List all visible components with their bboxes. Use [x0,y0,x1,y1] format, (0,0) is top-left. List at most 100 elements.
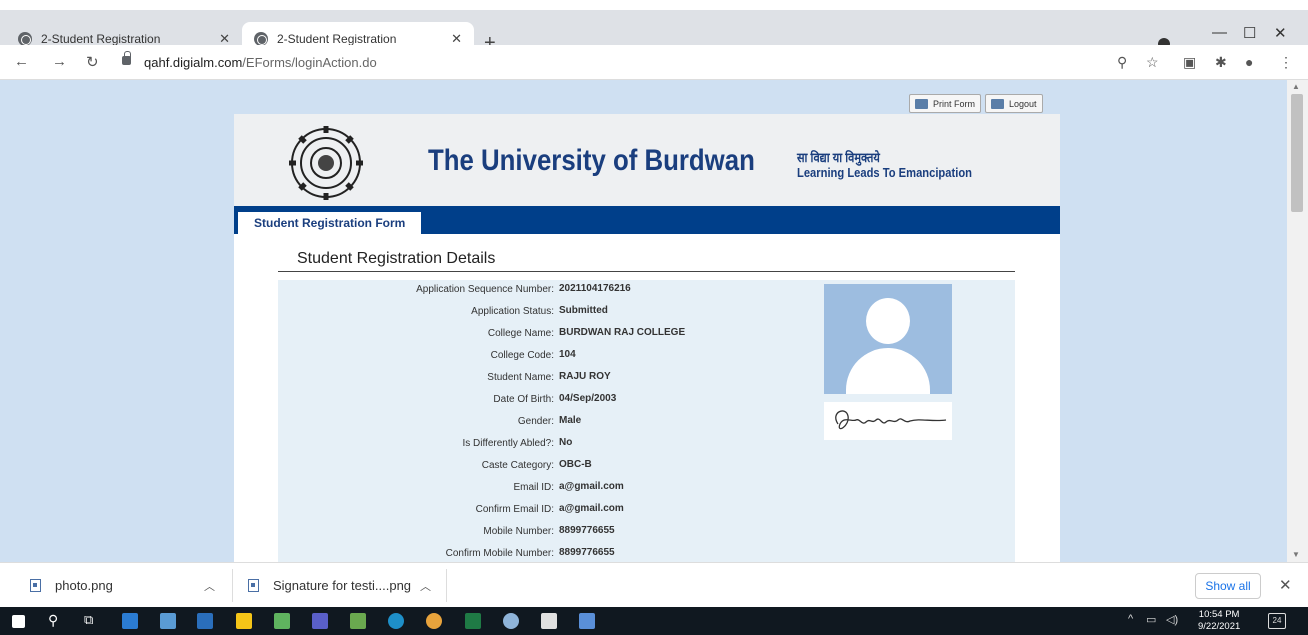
network-icon[interactable]: ▭ [1146,613,1156,626]
bookmark-star-icon[interactable]: ☆ [1146,54,1159,71]
store-icon[interactable] [160,613,176,629]
detail-value: 8899776655 [559,525,615,536]
detail-label: Confirm Email ID: [475,504,554,515]
profile-icon[interactable]: ● [1245,54,1253,70]
paint-icon[interactable] [503,613,519,629]
menu-icon[interactable]: ⋮ [1279,54,1293,71]
detail-label: Mobile Number: [483,526,554,537]
page-actions: Print Form Logout [909,94,1043,113]
detail-value: a@gmail.com [559,503,624,514]
section-title: Student Registration Details [297,250,496,267]
notification-icon[interactable]: 24 [1268,613,1286,629]
publisher-icon[interactable] [274,613,290,629]
globe-icon[interactable] [388,613,404,629]
detail-value: 8899776655 [559,547,615,558]
puzzle-icon[interactable]: ✱ [1215,54,1227,71]
divider [278,271,1015,272]
detail-value: Male [559,415,582,426]
reload-icon[interactable]: ↻ [86,53,99,71]
detail-value: RAJU ROY [559,371,611,382]
detail-label: Email ID: [513,482,554,493]
close-downloads-icon[interactable]: ✕ [1279,576,1292,594]
scroll-down-icon[interactable]: ▼ [1292,550,1300,559]
notepad-icon[interactable] [350,613,366,629]
motto-hindi: सा विद्या या विमुक्तये [797,150,880,165]
detail-label: Confirm Mobile Number: [445,548,554,559]
clock[interactable]: 10:54 PM 9/22/2021 [1198,609,1240,633]
scroll-up-icon[interactable]: ▲ [1292,82,1300,91]
windows-start-icon[interactable] [12,615,25,628]
download-filename: Signature for testi....png [273,578,412,593]
download-item[interactable]: Signature for testi....png ︿ [248,563,446,608]
chevron-up-icon[interactable]: ︿ [420,578,431,594]
detail-value: 2021104176216 [559,283,631,294]
signature-image [824,402,952,440]
clock-date: 9/22/2021 [1198,621,1241,632]
detail-row: Mobile Number: 8899776655 [278,522,1015,542]
chrome-icon[interactable] [426,613,442,629]
details-panel: Application Sequence Number: 20211041762… [278,280,1015,562]
chevron-up-icon[interactable]: ^ [1128,613,1133,625]
logout-button[interactable]: Logout [985,94,1043,113]
url-host: qahf.digialm.com [144,55,243,70]
close-window-button[interactable]: ✕ [1274,24,1287,42]
university-header: The University of Burdwan सा विद्या या व… [234,114,1060,206]
detail-value: BURDWAN RAJ COLLEGE [559,327,686,338]
globe-icon [254,31,268,46]
chevron-up-icon[interactable]: ︿ [204,578,215,594]
file-explorer-icon[interactable] [236,613,252,629]
tab-student-registration-form[interactable]: Student Registration Form [238,212,422,234]
app-icon[interactable] [579,613,595,629]
image-file-icon [30,579,41,592]
show-all-button[interactable]: Show all [1195,573,1261,599]
detail-value: Submitted [559,305,608,316]
detail-value: 04/Sep/2003 [559,393,617,404]
task-view-icon[interactable]: ⧉ [84,612,93,628]
lock-icon [991,98,1005,109]
detail-label: College Name: [487,328,554,339]
outlook-icon[interactable] [197,613,213,629]
excel-icon[interactable] [465,613,481,629]
clock-time: 10:54 PM [1198,609,1240,620]
detail-label: College Code: [490,350,554,361]
extension-icon[interactable]: ▣ [1183,54,1196,71]
detail-value: OBC-B [559,459,592,470]
divider [446,569,447,602]
downloads-bar: photo.png ︿ Signature for testi....png ︿… [0,562,1308,607]
print-form-button[interactable]: Print Form [909,94,982,113]
url-path: /EForms/loginAction.do [242,55,377,70]
back-icon[interactable]: ← [14,53,29,70]
university-name: The University of Burdwan [428,144,755,177]
photos-icon[interactable] [541,613,557,629]
image-file-icon [248,579,259,592]
detail-label: Gender: [517,416,554,427]
detail-label: Caste Category: [481,460,554,471]
forward-icon[interactable]: → [52,53,67,70]
detail-row: Caste Category: OBC-B [278,456,1015,476]
student-photo [824,284,952,394]
printer-icon [915,98,928,109]
motto-english: Learning Leads To Emancipation [797,165,972,180]
detail-label: Application Status: [471,306,554,317]
teams-icon[interactable] [312,613,328,629]
scroll-thumb[interactable] [1291,94,1303,212]
detail-label: Application Sequence Number: [416,284,554,295]
zoom-icon[interactable]: ⚲ [1117,54,1127,71]
browser-tab-strip: 2-Student Registration ✕ 2-Student Regis… [0,0,1308,55]
download-item[interactable]: photo.png ︿ [30,563,230,608]
avatar-body [846,348,930,394]
globe-icon [18,31,32,46]
maximize-button[interactable]: ☐ [1243,24,1256,42]
university-seal-logo [289,126,363,200]
page-scrollbar[interactable]: ▲ ▼ [1287,80,1308,562]
volume-icon[interactable]: ◁) [1166,613,1178,626]
minimize-button[interactable]: — [1212,24,1227,41]
detail-value: No [559,437,573,448]
edge-icon[interactable] [122,613,138,629]
nav-band: Student Registration Form [234,206,1060,234]
address-bar: ← → ↻ qahf.digialm.com/EForms/loginActio… [0,45,1308,80]
detail-value: a@gmail.com [559,481,624,492]
search-icon[interactable]: ⚲ [48,612,58,629]
url-field[interactable]: qahf.digialm.com/EForms/loginAction.do [120,55,377,70]
taskbar: ⚲ ⧉ ^ ▭ ◁) 10:54 PM 9/22/2021 24 [0,607,1308,635]
